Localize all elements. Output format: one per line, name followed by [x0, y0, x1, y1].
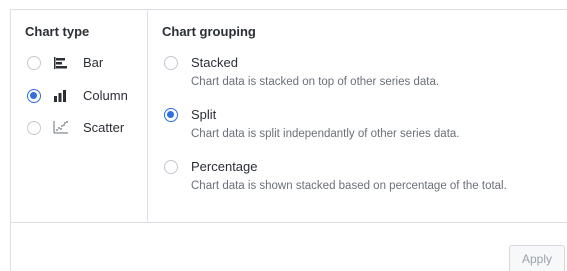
- chart-type-bar-label[interactable]: Bar: [83, 55, 103, 70]
- scatter-chart-icon: [53, 121, 68, 134]
- apply-button[interactable]: Apply: [509, 245, 565, 271]
- chart-type-scatter-radio[interactable]: [27, 121, 41, 135]
- grouping-stacked-label[interactable]: Stacked: [191, 55, 238, 70]
- grouping-split-label[interactable]: Split: [191, 107, 216, 122]
- grouping-split-description: Chart data is split independantly of oth…: [191, 128, 460, 140]
- chart-type-column-radio[interactable]: [27, 89, 41, 103]
- chart-type-column-label[interactable]: Column: [83, 88, 128, 103]
- chart-grouping-section: Chart grouping Stacked Chart data is sta…: [148, 10, 567, 222]
- chart-grouping-title: Chart grouping: [162, 24, 256, 39]
- chart-type-scatter-label[interactable]: Scatter: [83, 120, 124, 135]
- chart-settings-panel: Chart type Bar Column Scatter Chart grou…: [10, 9, 567, 271]
- grouping-percentage-radio[interactable]: [164, 160, 178, 174]
- grouping-percentage-description: Chart data is shown stacked based on per…: [191, 180, 507, 192]
- panel-footer: Apply: [11, 222, 567, 271]
- grouping-split-radio[interactable]: [164, 108, 178, 122]
- bar-chart-icon: [54, 57, 67, 69]
- grouping-stacked-description: Chart data is stacked on top of other se…: [191, 76, 440, 88]
- chart-type-bar-radio[interactable]: [27, 56, 41, 70]
- grouping-percentage-label[interactable]: Percentage: [191, 159, 258, 174]
- chart-type-title: Chart type: [25, 24, 90, 39]
- grouping-stacked-radio[interactable]: [164, 56, 178, 70]
- chart-type-section: Chart type Bar Column Scatter: [11, 10, 148, 222]
- column-chart-icon: [54, 90, 66, 102]
